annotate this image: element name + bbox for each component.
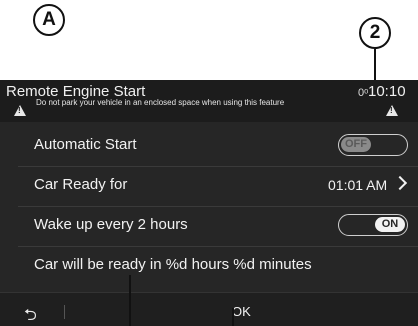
car-ready-for-label: Car Ready for <box>34 176 128 193</box>
wake-up-label: Wake up every 2 hours <box>34 216 188 233</box>
automatic-start-label: Automatic Start <box>34 136 137 153</box>
callout-leader-line <box>129 275 131 326</box>
wake-up-toggle[interactable]: ON <box>338 214 408 236</box>
footer-bar: ⮌ OK <box>0 292 418 326</box>
divider <box>18 246 418 247</box>
wake-up-row[interactable]: Wake up every 2 hours ON <box>0 208 418 244</box>
warning-text: Do not park your vehicle in an enclosed … <box>36 98 285 107</box>
divider <box>64 305 65 319</box>
divider <box>18 166 418 167</box>
callout-leader-line <box>232 308 234 326</box>
callout-2: 2 <box>359 17 391 49</box>
automatic-start-row[interactable]: Automatic Start OFF <box>0 128 418 164</box>
clock: 10:10 <box>368 83 406 100</box>
chevron-right-icon[interactable] <box>392 175 408 191</box>
callout-a: A <box>33 4 65 36</box>
header-bar: Remote Engine Start 0ᵒ 10:10 Do not park… <box>0 80 418 122</box>
automatic-start-toggle[interactable]: OFF <box>338 134 408 156</box>
car-ready-for-row[interactable]: Car Ready for 01:01 AM <box>0 168 418 204</box>
warning-icon <box>14 105 26 116</box>
ok-button[interactable]: OK <box>232 304 251 319</box>
status-row: Car will be ready in %d hours %d minutes <box>0 248 418 284</box>
warning-icon <box>386 105 398 116</box>
back-arrow-icon[interactable]: ⮌ <box>24 304 37 326</box>
toggle-state: ON <box>375 217 405 232</box>
signal-indicator: 0ᵒ <box>358 87 369 99</box>
remote-engine-start-screen: Remote Engine Start 0ᵒ 10:10 Do not park… <box>0 80 418 326</box>
toggle-state: OFF <box>341 137 371 152</box>
car-ready-for-time: 01:01 AM <box>328 177 388 193</box>
ready-status-text: Car will be ready in %d hours %d minutes <box>34 256 312 273</box>
divider <box>18 206 418 207</box>
